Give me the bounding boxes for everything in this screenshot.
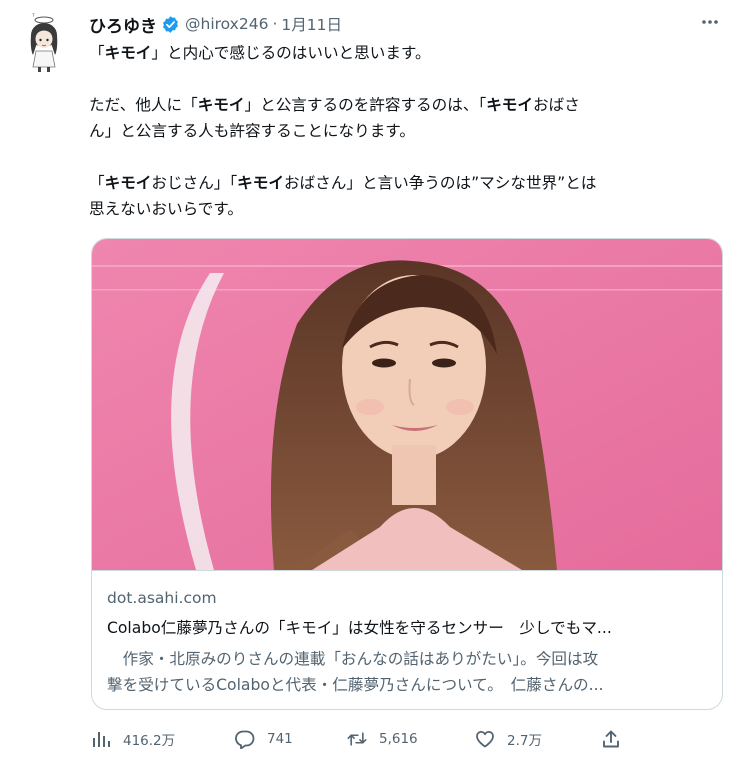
tweet-text-segment: 「 (89, 44, 105, 62)
views-count: 416.2万 (123, 733, 176, 749)
author-handle[interactable]: @hirox246 (185, 15, 268, 33)
tweet-text-bold: キモイ (237, 174, 284, 192)
tweet-text-line: 思えないおいらです。 (89, 196, 719, 222)
tweet-text-segment: 」と内心で感じるのはいいと思います。 (151, 44, 431, 62)
reply-button[interactable]: 741 (235, 724, 293, 754)
tweet-text-line: 「キモイ」と内心で感じるのはいいと思います。 (89, 40, 719, 66)
tweet-text: 「キモイ」と内心で感じるのはいいと思います。 ただ、他人に「キモイ」と公言するのを… (89, 40, 719, 222)
tweet-text-bold: キモイ (486, 96, 533, 114)
link-preview-card[interactable]: dot.asahi.com Colabo仁藤夢乃さんの「キモイ」は女性を守るセン… (91, 238, 723, 710)
tweet-text-segment: ん」と公言する人も許容することになります。 (89, 122, 415, 140)
heart-icon (476, 730, 494, 748)
replies-count: 741 (267, 731, 293, 747)
share-button[interactable] (601, 724, 621, 754)
reply-bubble-icon (235, 730, 255, 749)
svg-text:?: ? (32, 13, 35, 19)
card-photo (92, 239, 722, 570)
tweet-text-segment: 思えないおいらです。 (89, 200, 243, 218)
avatar-illustration: ? (30, 13, 58, 72)
tweet-text-bold: キモイ (104, 174, 152, 192)
like-button[interactable]: 2.7万 (475, 724, 542, 754)
tweet-text-bold: キモイ (104, 44, 152, 62)
views-chart-icon (93, 732, 110, 747)
retweets-count: 5,616 (379, 731, 418, 747)
verified-badge-icon (163, 15, 178, 33)
tweet-text-bold: キモイ (197, 96, 245, 114)
card-description: 作家・北原みのりさんの連載「おんなの話はありがたい」。今回は攻 撃を受けているC… (107, 646, 712, 698)
tweet-text-line: 「キモイおじさん」「キモイおばさん」と言い争うのは”マシな世界”とは (89, 170, 719, 196)
author-name[interactable]: ひろゆき (89, 12, 157, 37)
tweet-text-segment: ただ、他人に「 (89, 96, 198, 114)
views-button[interactable]: 416.2万 (91, 724, 175, 754)
card-description-line: 作家・北原みのりさんの連載「おんなの話はありがたい」。今回は攻 (107, 650, 599, 668)
tweet-text-segment: おばさ (533, 96, 580, 114)
card-domain: dot.asahi.com (107, 589, 217, 607)
header-separator: · (272, 15, 278, 33)
more-dots-icon (702, 20, 718, 24)
tweet-text-line: ん」と公言する人も許容することになります。 (89, 118, 719, 144)
card-title[interactable]: Colabo仁藤夢乃さんの「キモイ」は女性を守るセンサー 少しでもマ... (107, 616, 712, 638)
tweet-text-segment: 「 (89, 174, 105, 192)
more-options-button[interactable] (694, 6, 726, 38)
likes-count: 2.7万 (507, 733, 542, 749)
tweet-text-segment: おじさん」「 (151, 174, 238, 192)
card-divider (92, 570, 722, 571)
card-description-line: 撃を受けているColaboと代表・仁藤夢乃さんについて。 仁藤さんの... (107, 676, 604, 694)
tweet-text-line: ただ、他人に「キモイ」と公言するのを許容するのは、「キモイおばさ (89, 92, 719, 118)
avatar[interactable]: ? (17, 11, 71, 73)
retweet-arrows-icon (347, 732, 367, 746)
tweet-date[interactable]: 1月11日 (281, 13, 342, 35)
share-upload-icon (603, 730, 619, 748)
tweet-header: ひろゆき @hirox246 · 1月11日 (89, 10, 342, 38)
tweet-text-segment: 」と公言するのを許容するのは、「 (244, 96, 487, 114)
retweet-button[interactable]: 5,616 (347, 724, 418, 754)
tweet-text-segment: おばさん」と言い争うのは”マシな世界”とは (283, 174, 597, 192)
